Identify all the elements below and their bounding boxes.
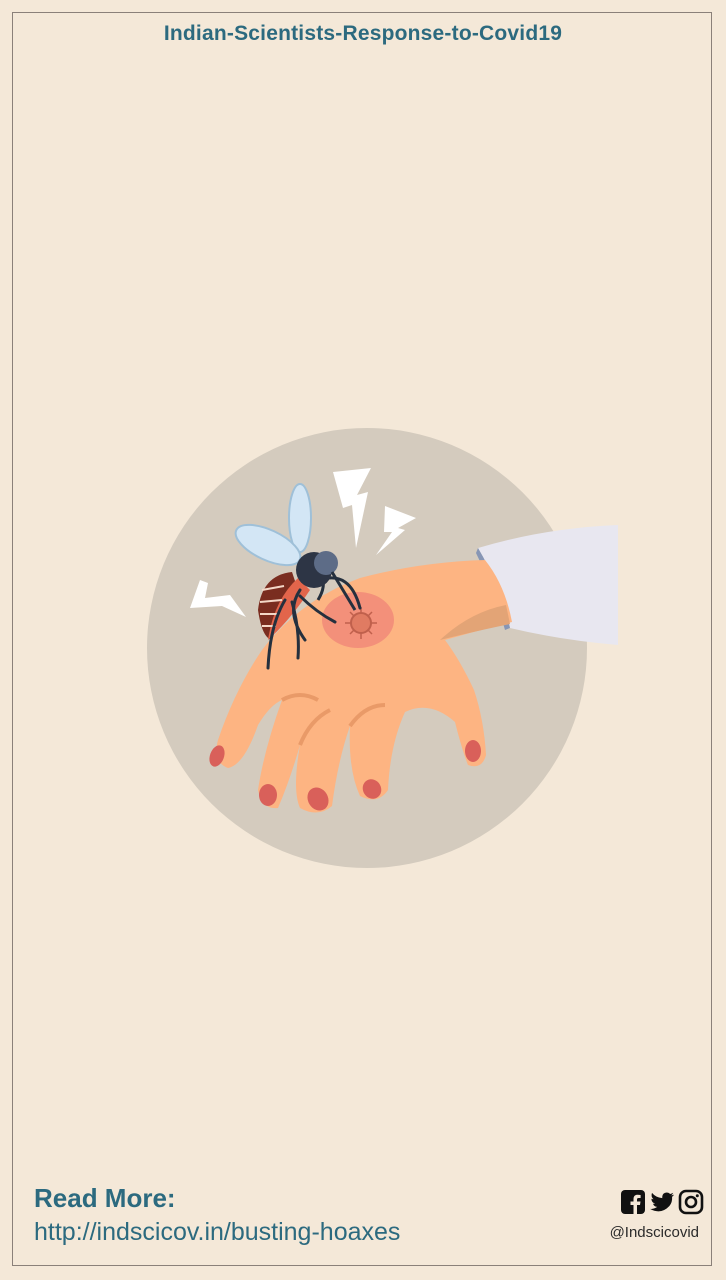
nail — [259, 784, 277, 806]
facebook-icon[interactable] — [620, 1189, 646, 1215]
mosquito-bite-illustration — [147, 428, 618, 868]
read-more-link[interactable]: http://indscicov.in/busting-hoaxes — [34, 1218, 400, 1247]
instagram-icon[interactable] — [678, 1189, 704, 1215]
twitter-icon[interactable] — [649, 1189, 675, 1215]
head — [314, 551, 338, 575]
social-handle: @Indscicovid — [609, 1224, 699, 1241]
read-more-label: Read More: — [34, 1183, 176, 1213]
nail — [465, 740, 481, 762]
social-icons — [620, 1189, 704, 1215]
